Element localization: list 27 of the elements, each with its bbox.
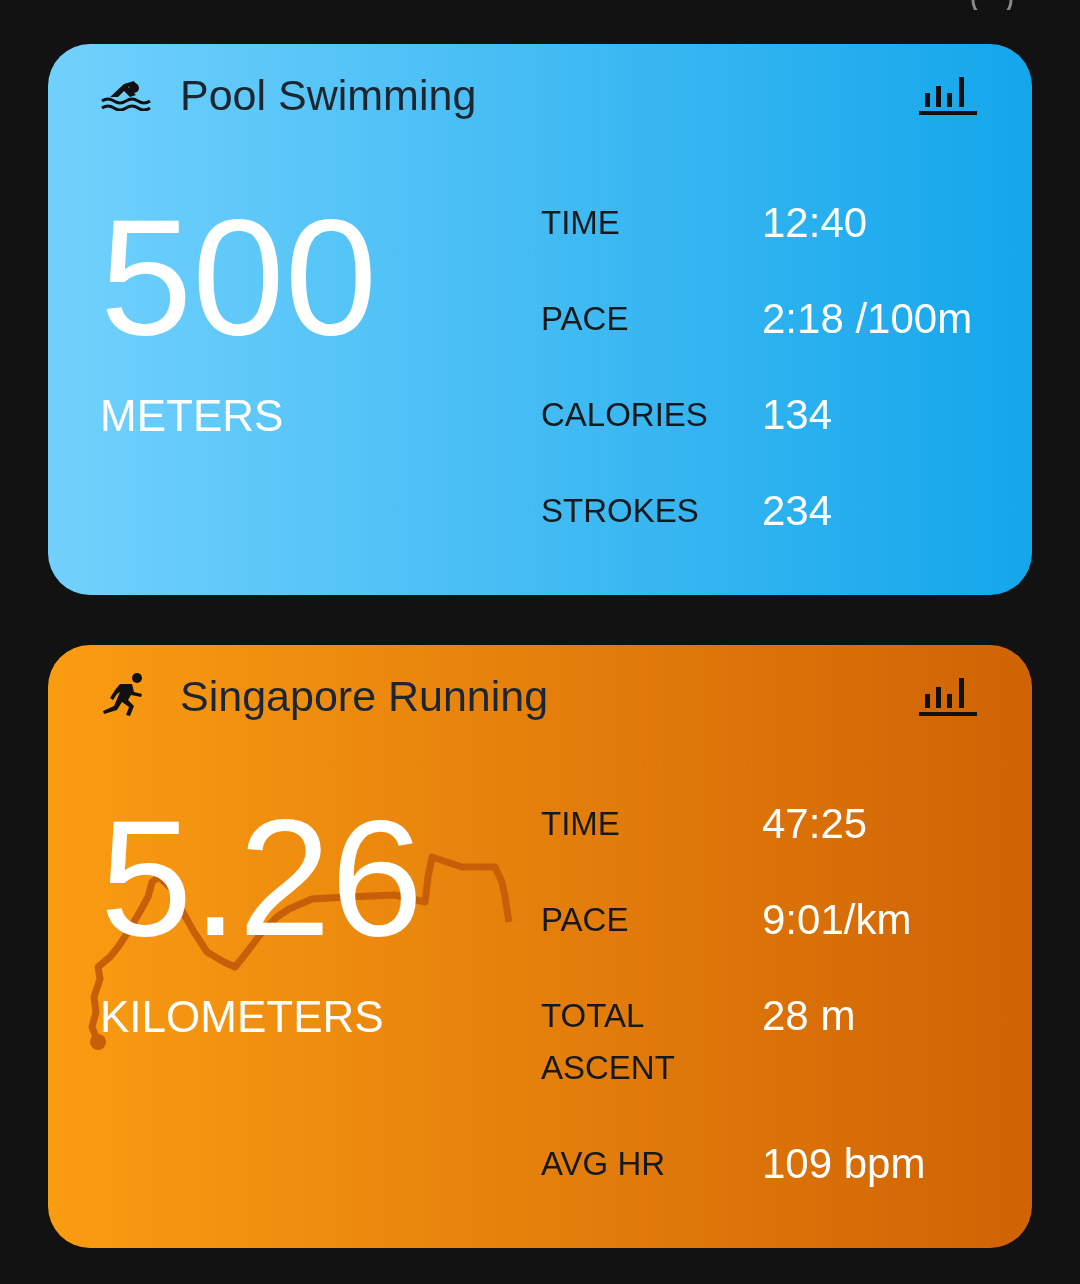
stat-value: 109 bpm xyxy=(762,1139,926,1189)
stat-value: 134 xyxy=(762,390,833,440)
swimmer-icon xyxy=(100,79,152,111)
stat-label: TIME xyxy=(541,804,621,844)
distance-value: 500 xyxy=(100,194,377,359)
distance-unit: METERS xyxy=(100,390,285,442)
distance-unit: KILOMETERS xyxy=(100,991,385,1043)
stat-label: TIME xyxy=(541,203,621,243)
stat-label: STROKES xyxy=(541,491,700,531)
stat-value: 234 xyxy=(762,486,833,536)
stat-value: 28 m xyxy=(762,991,856,1041)
stat-value: 9:01/km xyxy=(762,895,912,945)
activity-card[interactable]: Singapore Running 5.26 KILOMETERS TIME 47:25 PACE 9:01/km TOTAL ASCENT 28 m AVG HR 109 bpm xyxy=(48,645,1032,1248)
stat-label: PACE xyxy=(541,299,630,339)
activity-title: Pool Swimming xyxy=(180,72,478,118)
stat-value: 12:40 xyxy=(762,198,868,248)
stat-value: 47:25 xyxy=(762,799,868,849)
stat-label: TOTAL ASCENT xyxy=(541,996,676,1088)
distance-value: 5.26 xyxy=(100,795,424,960)
activity-title: Singapore Running xyxy=(180,673,550,719)
stat-label: CALORIES xyxy=(541,395,709,435)
stat-value: 2:18 /100m xyxy=(762,294,973,344)
stat-label: PACE xyxy=(541,900,630,940)
activity-card[interactable]: Pool Swimming 500 METERS TIME 12:40 PACE 2:18 /100m CALORIES 134 STROKES 234 xyxy=(48,44,1032,595)
chart-icon[interactable] xyxy=(919,75,977,115)
stat-label: AVG HR xyxy=(541,1144,667,1184)
chart-icon[interactable] xyxy=(919,676,977,716)
